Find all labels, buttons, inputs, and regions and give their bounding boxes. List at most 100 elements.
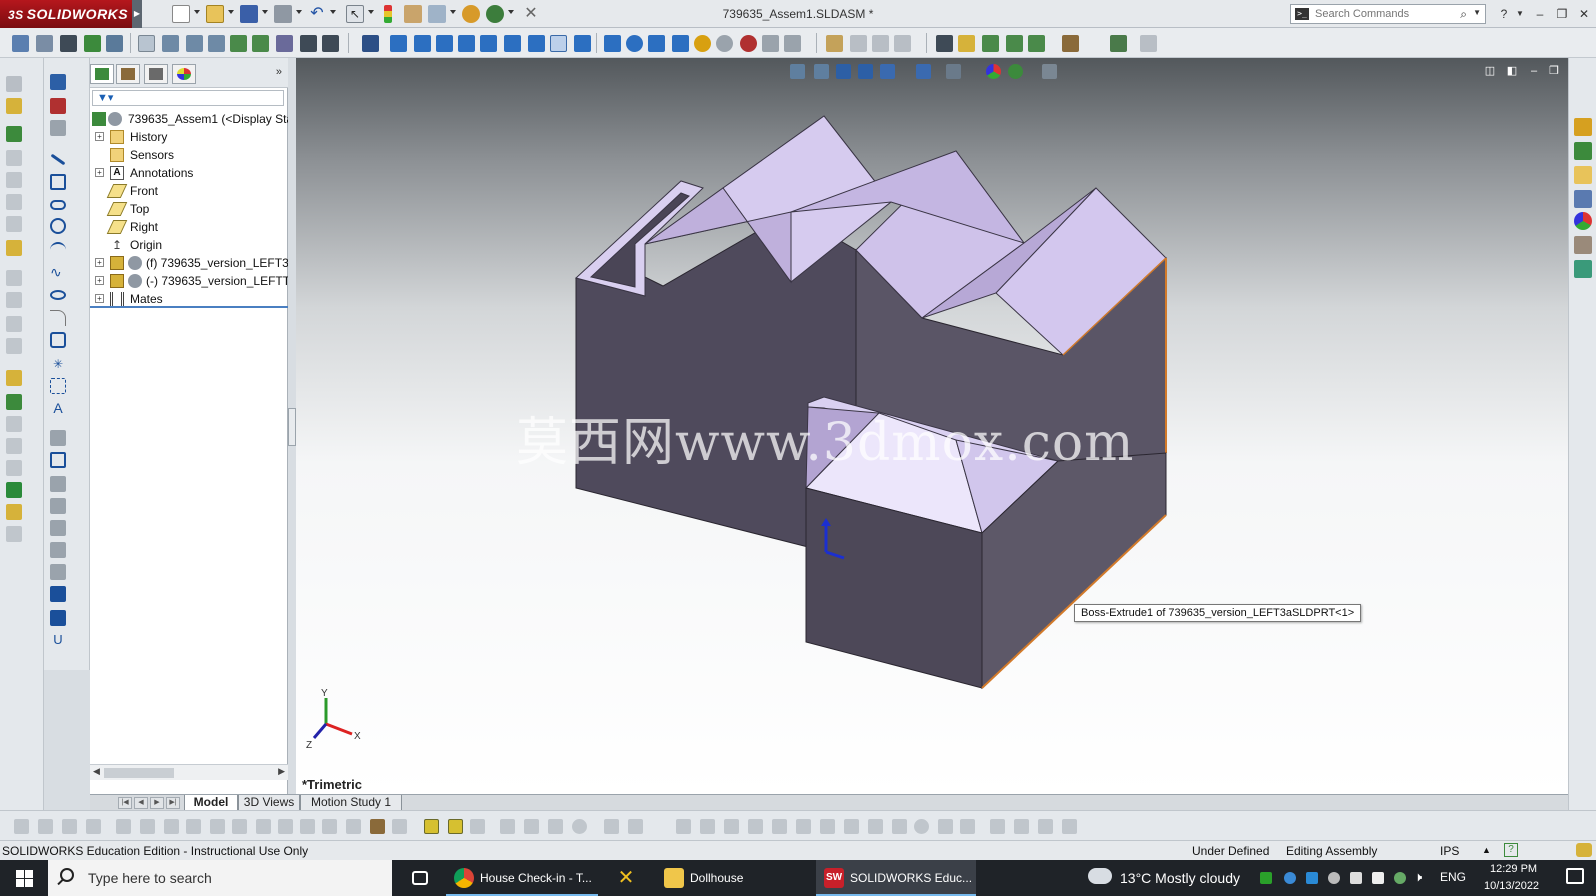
design-library-icon[interactable] <box>1574 142 1592 160</box>
wrap-icon[interactable] <box>6 416 22 432</box>
arc-icon[interactable] <box>50 242 66 258</box>
mass-properties-icon[interactable] <box>958 35 975 52</box>
untrim-surface-icon[interactable] <box>1014 819 1029 834</box>
planar-surface-icon[interactable] <box>820 819 835 834</box>
thickness-analysis-icon[interactable] <box>628 819 643 834</box>
lofted-boss-icon[interactable] <box>6 150 22 166</box>
tab-3d-views[interactable]: 3D Views <box>238 795 300 811</box>
component-preview-icon[interactable] <box>106 35 123 52</box>
linear-sketch-pattern-icon[interactable] <box>50 520 66 536</box>
extruded-cut-icon[interactable] <box>6 194 22 210</box>
customize-toolbar-icon[interactable] <box>1140 35 1157 52</box>
clearance-verification-icon[interactable] <box>1006 35 1023 52</box>
tree-item-origin[interactable]: ↥ Origin <box>90 236 288 254</box>
appearances-scenes-icon[interactable] <box>1574 212 1592 230</box>
file-explorer-icon[interactable] <box>1574 166 1592 184</box>
steam-tray-icon[interactable] <box>1328 872 1340 884</box>
parting-surface-icon[interactable] <box>500 819 515 834</box>
mold-tools-icon[interactable] <box>424 819 439 834</box>
tab-configuration-manager[interactable] <box>144 64 168 84</box>
draft-analysis-icon[interactable] <box>572 819 587 834</box>
make-part-icon[interactable] <box>850 35 867 52</box>
assembly-features-icon[interactable] <box>230 35 247 52</box>
spring-icon[interactable] <box>6 526 22 542</box>
dimension-icon[interactable] <box>50 120 66 136</box>
taskbar-search[interactable]: Type here to search <box>48 860 392 896</box>
notifications-icon[interactable] <box>1566 868 1584 884</box>
tree-item-part-2[interactable]: + (-) 739635_version_LEFTT3a <box>90 272 288 290</box>
offset-surface-icon[interactable] <box>844 819 859 834</box>
battery-icon[interactable] <box>1394 872 1406 884</box>
structural-member-icon[interactable] <box>38 819 53 834</box>
taskbar-app-solidworks[interactable]: SW SOLIDWORKS Educ... <box>816 860 976 896</box>
mirror-icon[interactable] <box>6 482 22 498</box>
sheet-metal-icon[interactable] <box>164 819 179 834</box>
language-indicator[interactable]: ENG <box>1440 870 1466 884</box>
tree-item-annotations[interactable]: + A Annotations <box>90 164 288 182</box>
smart-dimension-icon[interactable] <box>50 98 66 114</box>
ellipse-icon[interactable] <box>50 290 66 300</box>
reference-geometry-icon[interactable] <box>252 35 269 52</box>
rectangle-icon[interactable] <box>50 174 66 190</box>
spline-icon[interactable]: ∿ <box>50 264 66 280</box>
tree-item-sensors[interactable]: Sensors <box>90 146 288 164</box>
wifi-icon[interactable] <box>1372 872 1384 884</box>
help-dropdown-icon[interactable]: ▼ <box>1510 4 1530 24</box>
offset-entities-icon[interactable] <box>50 476 66 492</box>
extrude-boss-icon[interactable] <box>6 76 22 92</box>
scroll-left-icon[interactable]: ◀ <box>93 766 100 777</box>
shut-off-surfaces-icon[interactable] <box>470 819 485 834</box>
bill-of-materials-icon[interactable] <box>300 35 317 52</box>
move-component-icon[interactable] <box>186 35 203 52</box>
trim-surface-icon[interactable] <box>990 819 1005 834</box>
revolve-boss-icon[interactable] <box>6 98 22 114</box>
scroll-thumb[interactable] <box>104 768 174 778</box>
weld-bead-icon[interactable] <box>140 819 155 834</box>
volume-muted-icon[interactable]: 🕨 <box>1414 869 1422 885</box>
undo-icon[interactable]: ↶ <box>308 5 326 23</box>
tab-feature-manager[interactable] <box>90 64 114 84</box>
spelling-check-icon[interactable] <box>84 35 101 52</box>
security-tray-icon[interactable] <box>1260 872 1272 884</box>
expand-icon[interactable]: + <box>95 168 104 177</box>
tab-motion-study[interactable]: Motion Study 1 <box>300 795 402 811</box>
closed-corner-icon[interactable] <box>346 819 361 834</box>
mirror-entities-icon[interactable] <box>50 498 66 514</box>
onedrive-icon[interactable] <box>1284 872 1296 884</box>
open-folder-icon[interactable] <box>206 5 224 23</box>
drawing-from-assembly-icon[interactable] <box>826 35 843 52</box>
tree-filter[interactable]: ▼▾ <box>92 90 284 106</box>
unit-system[interactable]: IPS <box>1440 844 1459 858</box>
pan-icon[interactable] <box>648 35 665 52</box>
unfold-icon[interactable] <box>392 819 407 834</box>
view-palette-icon[interactable] <box>1574 190 1592 208</box>
normal-to-icon[interactable] <box>604 35 621 52</box>
quick-snaps-icon[interactable] <box>50 610 66 626</box>
hole-alignment-icon[interactable] <box>1028 35 1045 52</box>
base-flange-icon[interactable] <box>186 819 201 834</box>
shell-icon[interactable] <box>6 460 22 476</box>
surface-revolve-icon[interactable] <box>700 819 715 834</box>
expand-icon[interactable]: + <box>95 132 104 141</box>
draft-icon[interactable] <box>6 338 22 354</box>
file-properties-icon[interactable] <box>404 5 422 23</box>
hem-icon[interactable] <box>256 819 271 834</box>
expand-icon[interactable]: + <box>95 258 104 267</box>
view-front-icon[interactable] <box>390 35 407 52</box>
clock-time[interactable]: 12:29 PM <box>1490 863 1537 875</box>
tab-model[interactable]: Model <box>184 795 238 811</box>
insert-components-icon[interactable] <box>36 35 53 52</box>
new-document-icon[interactable] <box>172 5 190 23</box>
weldment-icon[interactable] <box>14 819 29 834</box>
tree-item-top[interactable]: Top <box>90 200 288 218</box>
make-drawing-icon[interactable] <box>872 35 889 52</box>
taskbar-app-dollhouse[interactable]: Dollhouse <box>656 860 806 896</box>
slot-icon[interactable] <box>50 200 66 210</box>
tree-item-right[interactable]: Right <box>90 218 288 236</box>
search-commands-box[interactable]: >_ ⌕ ▼ <box>1290 4 1486 24</box>
tab-display-manager[interactable] <box>172 64 196 84</box>
graphics-area[interactable]: ◫ ◧ – ❐ ✕ <box>296 58 1568 794</box>
rebuild-icon[interactable] <box>1576 843 1592 857</box>
linear-pattern-side-icon[interactable] <box>6 292 22 308</box>
undo-dropdown-icon[interactable] <box>330 10 336 14</box>
